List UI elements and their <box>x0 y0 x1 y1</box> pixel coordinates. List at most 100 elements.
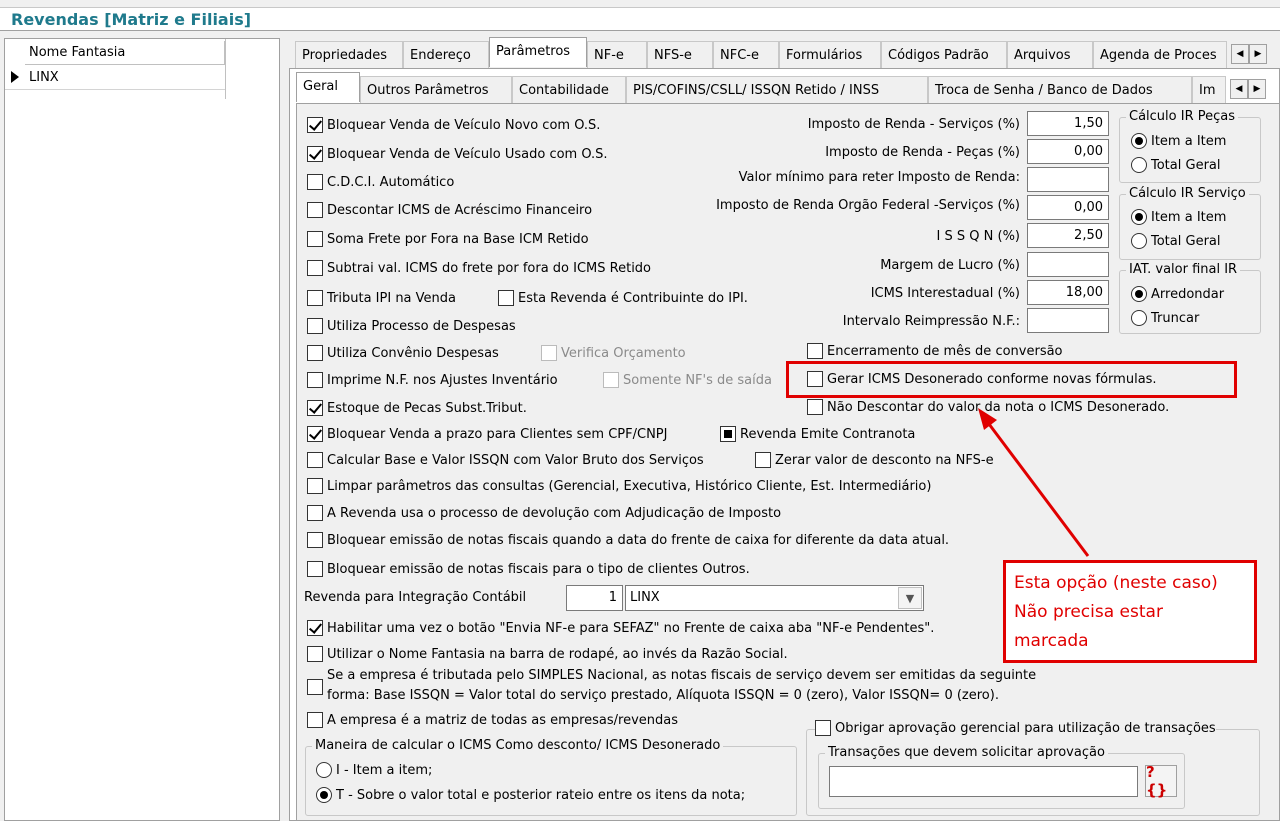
checkbox-verifica-orcamento[interactable]: Verifica Orçamento <box>541 345 686 361</box>
checkbox-box[interactable] <box>807 343 823 359</box>
radio-ir-servico-item[interactable]: Item a Item <box>1131 209 1226 225</box>
integracao-select[interactable]: LINX ▼ <box>625 585 924 611</box>
scroll-right-icon[interactable]: ▶ <box>1249 44 1267 64</box>
radio-dot[interactable] <box>316 787 332 803</box>
radio-ir-pecas-item[interactable]: Item a Item <box>1131 133 1226 149</box>
ir-orgao-federal-field[interactable]: 0,00 <box>1027 195 1109 220</box>
tab-arquivos[interactable]: Arquivos <box>1007 41 1093 69</box>
radio-iat-arredondar[interactable]: Arredondar <box>1131 286 1224 302</box>
lookup-button[interactable]: ?{} <box>1145 763 1177 799</box>
checkbox-box[interactable] <box>307 426 323 442</box>
ir-servicos-field[interactable]: 1,50 <box>1027 111 1109 136</box>
checkbox-tributa-ipi[interactable]: Tributa IPI na Venda <box>307 290 456 306</box>
checkbox-box[interactable] <box>307 372 323 388</box>
checkbox-descontar-icms[interactable]: Descontar ICMS de Acréscimo Financeiro <box>307 202 592 218</box>
checkbox-devolucao-adjudicacao[interactable]: A Revenda usa o processo de devolução co… <box>307 505 781 521</box>
margem-lucro-field[interactable] <box>1027 252 1109 277</box>
tab-troca-senha[interactable]: Troca de Senha / Banco de Dados <box>928 76 1192 104</box>
checkbox-estoque-pecas[interactable]: Estoque de Pecas Subst.Tribut. <box>307 400 527 416</box>
radio-ir-servico-total[interactable]: Total Geral <box>1131 233 1221 249</box>
radio-iat-truncar[interactable]: Truncar <box>1131 310 1199 326</box>
ir-pecas-field[interactable]: 0,00 <box>1027 139 1109 164</box>
checkbox-imprime-nf[interactable]: Imprime N.F. nos Ajustes Inventário <box>307 372 558 388</box>
checkbox-nao-descontar-icms[interactable]: Não Descontar do valor da nota o ICMS De… <box>807 399 1169 415</box>
tab-endereco[interactable]: Endereço <box>403 41 489 69</box>
checkbox-zerar-desconto-nfse[interactable]: Zerar valor de desconto na NFS-e <box>755 452 1019 468</box>
tab-formularios[interactable]: Formulários <box>779 41 881 69</box>
checkbox-box[interactable] <box>307 532 323 548</box>
checkbox-bloquear-veiculo-usado[interactable]: Bloquear Venda de Veículo Usado com O.S. <box>307 146 608 162</box>
checkbox-convenio-despesas[interactable]: Utiliza Convênio Despesas <box>307 345 499 361</box>
radio-dot[interactable] <box>1131 310 1147 326</box>
checkbox-bloquear-emissao-outros[interactable]: Bloquear emissão de notas fiscais para o… <box>307 561 750 577</box>
tab-im[interactable]: Im <box>1192 76 1226 104</box>
intervalo-reimpressao-field[interactable] <box>1027 308 1109 333</box>
checkbox-box[interactable] <box>307 712 323 728</box>
radio-dot[interactable] <box>1131 157 1147 173</box>
checkbox-box[interactable] <box>307 117 323 133</box>
checkbox-subtrai-icms[interactable]: Subtrai val. ICMS do frete por fora do I… <box>307 260 651 276</box>
checkbox-box[interactable] <box>755 452 771 468</box>
radio-dot[interactable] <box>1131 233 1147 249</box>
checkbox-box[interactable] <box>498 290 514 306</box>
checkbox-box[interactable] <box>307 505 323 521</box>
scroll-right-icon[interactable]: ▶ <box>1248 79 1266 99</box>
checkbox-box[interactable] <box>307 620 323 636</box>
tab-nfce[interactable]: NFC-e <box>713 41 779 69</box>
checkbox-bloquear-emissao-data[interactable]: Bloquear emissão de notas fiscais quando… <box>307 532 949 548</box>
checkbox-box[interactable] <box>307 679 323 695</box>
checkbox-box[interactable] <box>307 646 323 662</box>
checkbox-box[interactable] <box>307 478 323 494</box>
scroll-left-icon[interactable]: ◀ <box>1231 44 1249 64</box>
checkbox-processo-despesas[interactable]: Utiliza Processo de Despesas <box>307 318 516 334</box>
checkbox-obrigar-aprovacao[interactable]: Obrigar aprovação gerencial para utiliza… <box>815 720 1216 736</box>
checkbox-box[interactable] <box>307 290 323 306</box>
checkbox-matriz-empresas[interactable]: A empresa é a matriz de todas as empresa… <box>307 712 678 728</box>
checkbox-cdci[interactable]: C.D.C.I. Automático <box>307 174 454 190</box>
tab-propriedades[interactable]: Propriedades <box>295 41 403 69</box>
radio-dot[interactable] <box>1131 133 1147 149</box>
table-row[interactable]: LINX <box>5 66 225 90</box>
radio-dot[interactable] <box>1131 286 1147 302</box>
tab-agenda[interactable]: Agenda de Proces <box>1093 41 1227 69</box>
checkbox-box[interactable] <box>720 426 736 442</box>
radio-ir-pecas-total[interactable]: Total Geral <box>1131 157 1221 173</box>
checkbox-box[interactable] <box>603 372 619 388</box>
tab-pis-cofins[interactable]: PIS/COFINS/CSLL/ ISSQN Retido / INSS <box>626 76 928 104</box>
tab-nfse[interactable]: NFS-e <box>647 41 713 69</box>
radio-dot[interactable] <box>1131 209 1147 225</box>
checkbox-box[interactable] <box>815 720 831 736</box>
checkbox-calcular-issqn[interactable]: Calcular Base e Valor ISSQN com Valor Br… <box>307 452 704 468</box>
tab-geral[interactable]: Geral <box>296 72 360 102</box>
checkbox-habilitar-envia-nfe[interactable]: Habilitar uma vez o botão "Envia NF-e pa… <box>307 620 934 636</box>
checkbox-bloquear-veiculo-novo[interactable]: Bloquear Venda de Veículo Novo com O.S. <box>307 117 600 133</box>
tab-codigos-padrao[interactable]: Códigos Padrão <box>881 41 1007 69</box>
checkbox-somente-nf-saida[interactable]: Somente NF's de saída <box>603 372 783 388</box>
checkbox-limpar-parametros[interactable]: Limpar parâmetros das consultas (Gerenci… <box>307 478 931 494</box>
checkbox-emite-contranota[interactable]: Revenda Emite Contranota <box>720 426 915 442</box>
radio-icms-total[interactable]: T - Sobre o valor total e posterior rate… <box>316 787 745 803</box>
checkbox-box[interactable] <box>307 345 323 361</box>
chevron-down-icon[interactable]: ▼ <box>898 587 922 609</box>
scroll-left-icon[interactable]: ◀ <box>1230 79 1248 99</box>
radio-icms-item-a-item[interactable]: I - Item a item; <box>316 762 432 778</box>
checkbox-box[interactable] <box>307 146 323 162</box>
checkbox-box[interactable] <box>307 452 323 468</box>
issqn-field[interactable]: 2,50 <box>1027 223 1109 248</box>
tab-nfe[interactable]: NF-e <box>587 41 647 69</box>
checkbox-simples-nacional[interactable] <box>307 679 327 695</box>
checkbox-box[interactable] <box>307 400 323 416</box>
tab-outros-parametros[interactable]: Outros Parâmetros <box>360 76 512 104</box>
checkbox-box[interactable] <box>541 345 557 361</box>
checkbox-nome-fantasia-rodape[interactable]: Utilizar o Nome Fantasia na barra de rod… <box>307 646 788 662</box>
checkbox-soma-frete[interactable]: Soma Frete por Fora na Base ICM Retido <box>307 231 589 247</box>
checkbox-box[interactable] <box>307 202 323 218</box>
tab-contabilidade[interactable]: Contabilidade <box>512 76 626 104</box>
checkbox-box[interactable] <box>307 561 323 577</box>
checkbox-box[interactable] <box>307 260 323 276</box>
tab-parametros[interactable]: Parâmetros <box>489 37 587 67</box>
revendas-grid[interactable]: Nome Fantasia LINX <box>4 38 280 821</box>
checkbox-bloquear-venda-prazo[interactable]: Bloquear Venda a prazo para Clientes sem… <box>307 426 667 442</box>
valor-minimo-field[interactable] <box>1027 167 1109 192</box>
grid-column-header[interactable]: Nome Fantasia <box>25 41 225 65</box>
